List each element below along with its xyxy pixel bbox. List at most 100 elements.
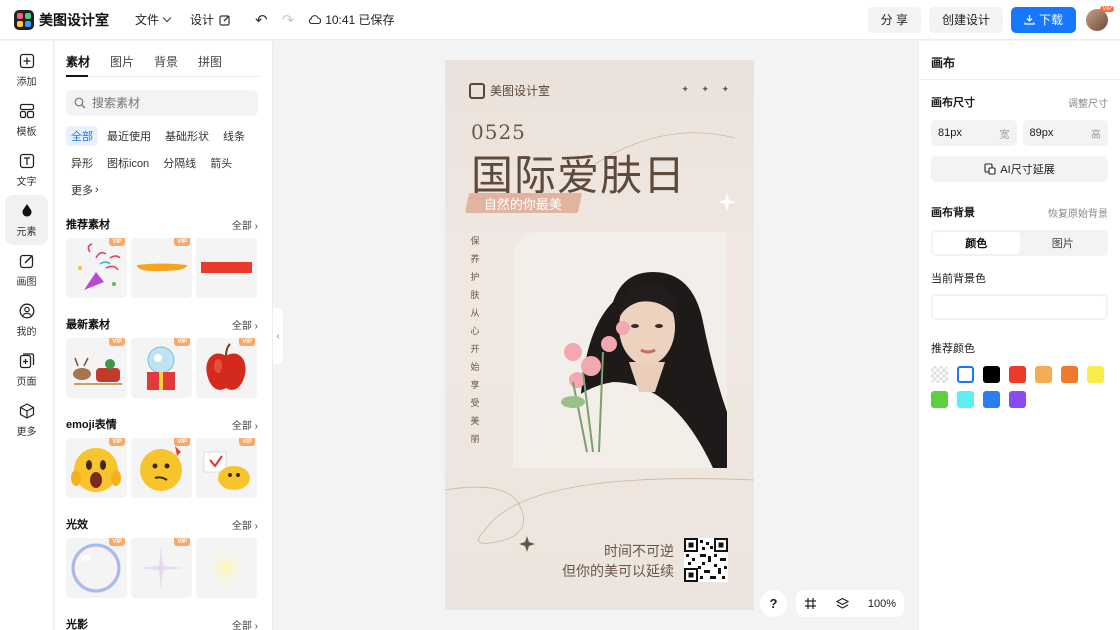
color-swatch[interactable]: [957, 391, 974, 408]
user-icon: [19, 303, 34, 318]
tab-materials[interactable]: 素材: [66, 53, 90, 77]
rail-mine[interactable]: 我的: [0, 295, 53, 345]
canvas-size-header: 画布尺寸 调整尺寸: [931, 94, 1108, 110]
chip-arrows[interactable]: 箭头: [205, 153, 237, 173]
grid-icon[interactable]: [804, 597, 817, 610]
see-all-link[interactable]: 全部 ›: [232, 617, 258, 630]
color-swatch[interactable]: [1087, 366, 1104, 383]
chip-lines[interactable]: 线条: [218, 126, 250, 146]
qr-code-image: [684, 538, 728, 582]
rail-template[interactable]: 模板: [0, 95, 53, 145]
canvas-brand[interactable]: 美图设计室: [469, 82, 550, 99]
rail-pages[interactable]: 页面: [0, 345, 53, 395]
asset-tile-red-bar[interactable]: [196, 238, 257, 298]
vertical-char: 始: [470, 362, 480, 372]
color-swatch[interactable]: [1009, 366, 1026, 383]
current-bg-color-field[interactable]: [931, 294, 1108, 320]
see-all-link[interactable]: 全部 ›: [232, 317, 258, 332]
canvas-date[interactable]: 0525: [471, 120, 526, 144]
design-menu[interactable]: 设计: [190, 11, 231, 28]
see-all-link[interactable]: 全部 ›: [232, 517, 258, 532]
color-swatch[interactable]: [1035, 366, 1052, 383]
rail-more[interactable]: 更多: [0, 395, 53, 445]
color-swatch[interactable]: [983, 391, 1000, 408]
design-canvas[interactable]: 美图设计室 ✦ ✦ ✦ 0525 国际爱肤日 自然的你最美 保 养 护 肤 从 …: [445, 60, 754, 610]
vertical-char: 开: [470, 344, 480, 354]
vertical-char: 养: [470, 254, 480, 264]
asset-tile-brush-stroke[interactable]: VIP: [131, 238, 192, 298]
rail-label: 添加: [16, 76, 37, 88]
asset-tile-chick-emoji[interactable]: VIP: [196, 438, 257, 498]
canvas-stars[interactable]: ✦ ✦ ✦: [681, 84, 734, 95]
canvas-slogan[interactable]: 时间不可逆 但你的美可以延续: [562, 542, 674, 582]
create-label: 创建设计: [941, 13, 990, 27]
see-all-link[interactable]: 全部 ›: [232, 417, 258, 432]
color-swatch[interactable]: [1009, 391, 1026, 408]
asset-tile-shocked-emoji[interactable]: VIP: [66, 438, 127, 498]
collapse-panel-handle[interactable]: ‹: [273, 308, 283, 364]
color-swatch[interactable]: [983, 366, 1000, 383]
search-icon: [74, 97, 86, 109]
download-button[interactable]: 下载: [1010, 6, 1076, 33]
asset-tile-party-popper[interactable]: VIP: [66, 238, 127, 298]
height-field[interactable]: 89px 高: [1022, 120, 1108, 146]
undo-icon[interactable]: ↶: [255, 11, 268, 29]
canvas-vertical-text[interactable]: 保 养 护 肤 从 心 开 始 享 受 美 丽: [469, 232, 481, 448]
asset-tile-thinking-emoji[interactable]: VIP: [131, 438, 192, 498]
bg-tab-image[interactable]: 图片: [1020, 232, 1107, 254]
chip-all[interactable]: 全部: [66, 126, 98, 146]
chip-more[interactable]: 更多 ›: [66, 180, 104, 200]
restore-bg-link[interactable]: 恢复原始背景: [1048, 205, 1108, 220]
tab-images[interactable]: 图片: [110, 53, 134, 70]
chip-irregular[interactable]: 异形: [66, 153, 98, 173]
zoom-level[interactable]: 100%: [868, 598, 896, 610]
bg-tab-color[interactable]: 颜色: [933, 232, 1020, 254]
rail-draw[interactable]: 画图: [0, 245, 53, 295]
section-recommended: 推荐素材 全部 ›: [66, 216, 258, 232]
redo-icon[interactable]: ↷: [282, 11, 295, 29]
color-swatch[interactable]: [931, 366, 948, 383]
asset-tile-bubble[interactable]: VIP: [66, 538, 127, 598]
see-all-label: 全部: [231, 620, 252, 630]
app-logo[interactable]: 美图设计室: [14, 9, 109, 30]
color-swatch[interactable]: [1061, 366, 1078, 383]
file-menu[interactable]: 文件: [135, 11, 172, 28]
vip-badge: VIP: [174, 338, 190, 346]
color-swatch[interactable]: [957, 366, 974, 383]
asset-tile-apple[interactable]: VIP: [196, 338, 257, 398]
width-field[interactable]: 81px 宽: [931, 120, 1017, 146]
help-button[interactable]: ?: [760, 590, 787, 617]
asset-tile-reindeer-sleigh[interactable]: VIP: [66, 338, 127, 398]
tab-backgrounds[interactable]: 背景: [154, 53, 178, 70]
chevron-down-icon: [162, 13, 172, 23]
search-box[interactable]: [66, 90, 258, 116]
avatar[interactable]: VIP: [1086, 5, 1114, 31]
bg-type-toggle: 颜色 图片: [931, 230, 1108, 256]
resize-link[interactable]: 调整尺寸: [1068, 95, 1108, 110]
canvas-tag[interactable]: 自然的你最美: [464, 193, 583, 213]
party-popper-image: [78, 243, 121, 290]
tab-collage[interactable]: 拼图: [198, 53, 222, 70]
chip-icons[interactable]: 图标icon: [102, 153, 154, 173]
rail-add[interactable]: 添加: [0, 45, 53, 95]
create-design-button[interactable]: 创建设计: [928, 6, 1003, 33]
cube-icon: [19, 402, 34, 419]
search-input[interactable]: [92, 96, 242, 110]
rail-text[interactable]: 文字: [0, 145, 53, 195]
share-button[interactable]: 分 享: [867, 6, 921, 33]
asset-tile-glow[interactable]: [196, 538, 257, 598]
layers-icon[interactable]: [835, 597, 849, 610]
color-swatch[interactable]: [931, 391, 948, 408]
chip-dividers[interactable]: 分隔线: [158, 153, 201, 173]
canvas-photo[interactable]: [513, 232, 727, 468]
chip-recent[interactable]: 最近使用: [102, 126, 156, 146]
rail-elements[interactable]: 元素: [5, 195, 48, 245]
qr-code[interactable]: [684, 538, 728, 582]
asset-tile-snow-globe[interactable]: VIP: [131, 338, 192, 398]
see-all-link[interactable]: 全部 ›: [232, 217, 258, 232]
width-unit: 宽: [999, 129, 1010, 141]
chip-basic-shapes[interactable]: 基础形状: [160, 126, 214, 146]
panel-title: 画布: [919, 41, 1120, 80]
asset-tile-sparkle[interactable]: VIP: [131, 538, 192, 598]
ai-extend-button[interactable]: AI尺寸延展: [931, 156, 1108, 182]
